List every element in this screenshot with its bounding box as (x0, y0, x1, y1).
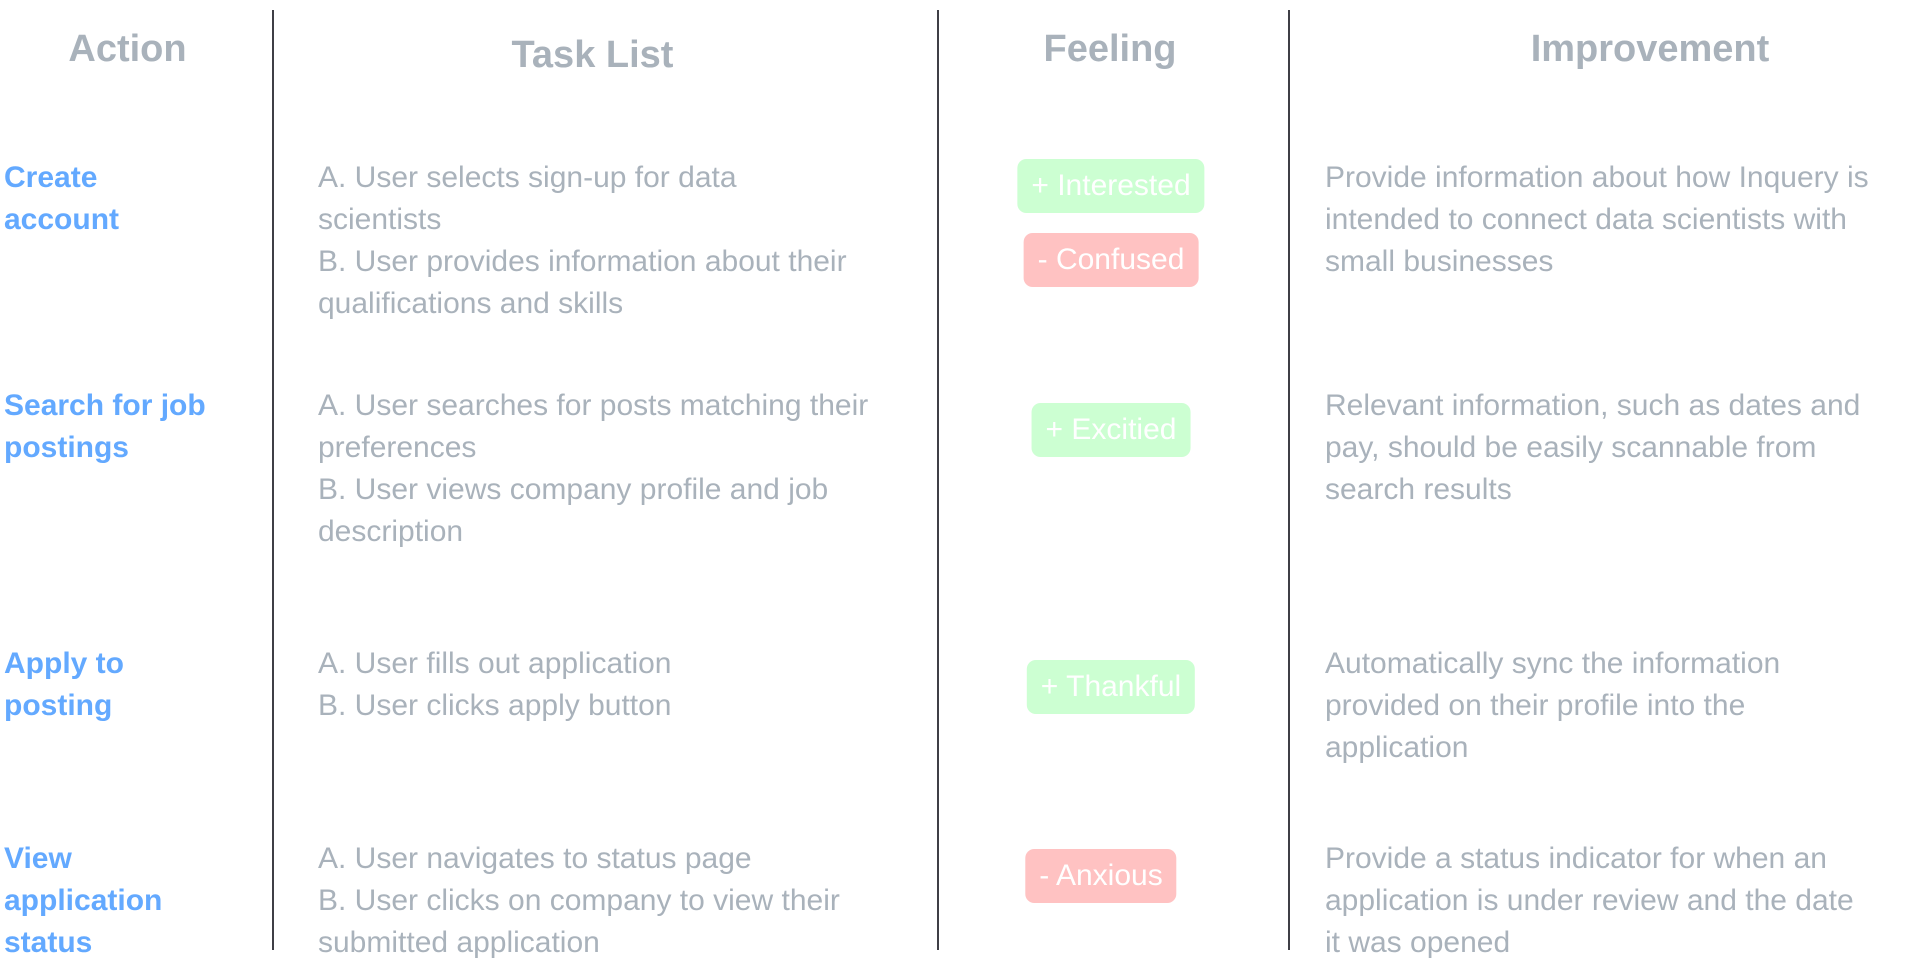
improvement-row-4: Provide a status indicator for when an a… (1325, 842, 1854, 959)
task-item: B. User clicks on company to view their … (318, 884, 840, 959)
header-action: Action (68, 28, 187, 70)
feeling-badge-negative: - Anxious (1025, 849, 1177, 903)
task-item: A. User selects sign-up for data scienti… (318, 161, 737, 236)
improvement-row-1: Provide information about how Inquery is… (1325, 161, 1869, 278)
task-list-row-1: A. User selects sign-up for data scienti… (318, 157, 858, 325)
task-item: A. User navigates to status page (318, 842, 752, 875)
feeling-badge-positive: + Interested (1017, 159, 1205, 213)
task-list-row-2: A. User searches for posts matching thei… (318, 385, 898, 553)
header-task-list: Task List (511, 34, 674, 76)
improvement-row-2: Relevant information, such as dates and … (1325, 389, 1861, 506)
column-divider-2 (937, 10, 939, 950)
task-item: B. User views company profile and job de… (318, 473, 829, 548)
improvement-row-3: Automatically sync the information provi… (1325, 647, 1781, 764)
action-search-job-postings: Search for job postings (4, 389, 206, 464)
action-view-application-status: View application status (4, 842, 163, 959)
task-item: B. User clicks apply button (318, 689, 672, 722)
task-list-row-4: A. User navigates to status page B. User… (318, 838, 878, 964)
action-create-account: Create account (4, 161, 120, 236)
action-apply-to-posting: Apply to posting (4, 647, 124, 722)
header-improvement: Improvement (1530, 28, 1770, 70)
column-divider-3 (1288, 10, 1290, 950)
task-item: B. User provides information about their… (318, 245, 847, 320)
header-feeling: Feeling (1043, 28, 1177, 70)
task-item: A. User fills out application (318, 647, 672, 680)
feeling-badge-positive: + Thankful (1026, 660, 1196, 714)
feeling-badge-negative: - Confused (1023, 233, 1199, 287)
task-item: A. User searches for posts matching thei… (318, 389, 869, 464)
task-list-row-3: A. User fills out application B. User cl… (318, 643, 918, 727)
feeling-badge-positive: + Excitied (1031, 403, 1191, 457)
column-divider-1 (272, 10, 274, 950)
